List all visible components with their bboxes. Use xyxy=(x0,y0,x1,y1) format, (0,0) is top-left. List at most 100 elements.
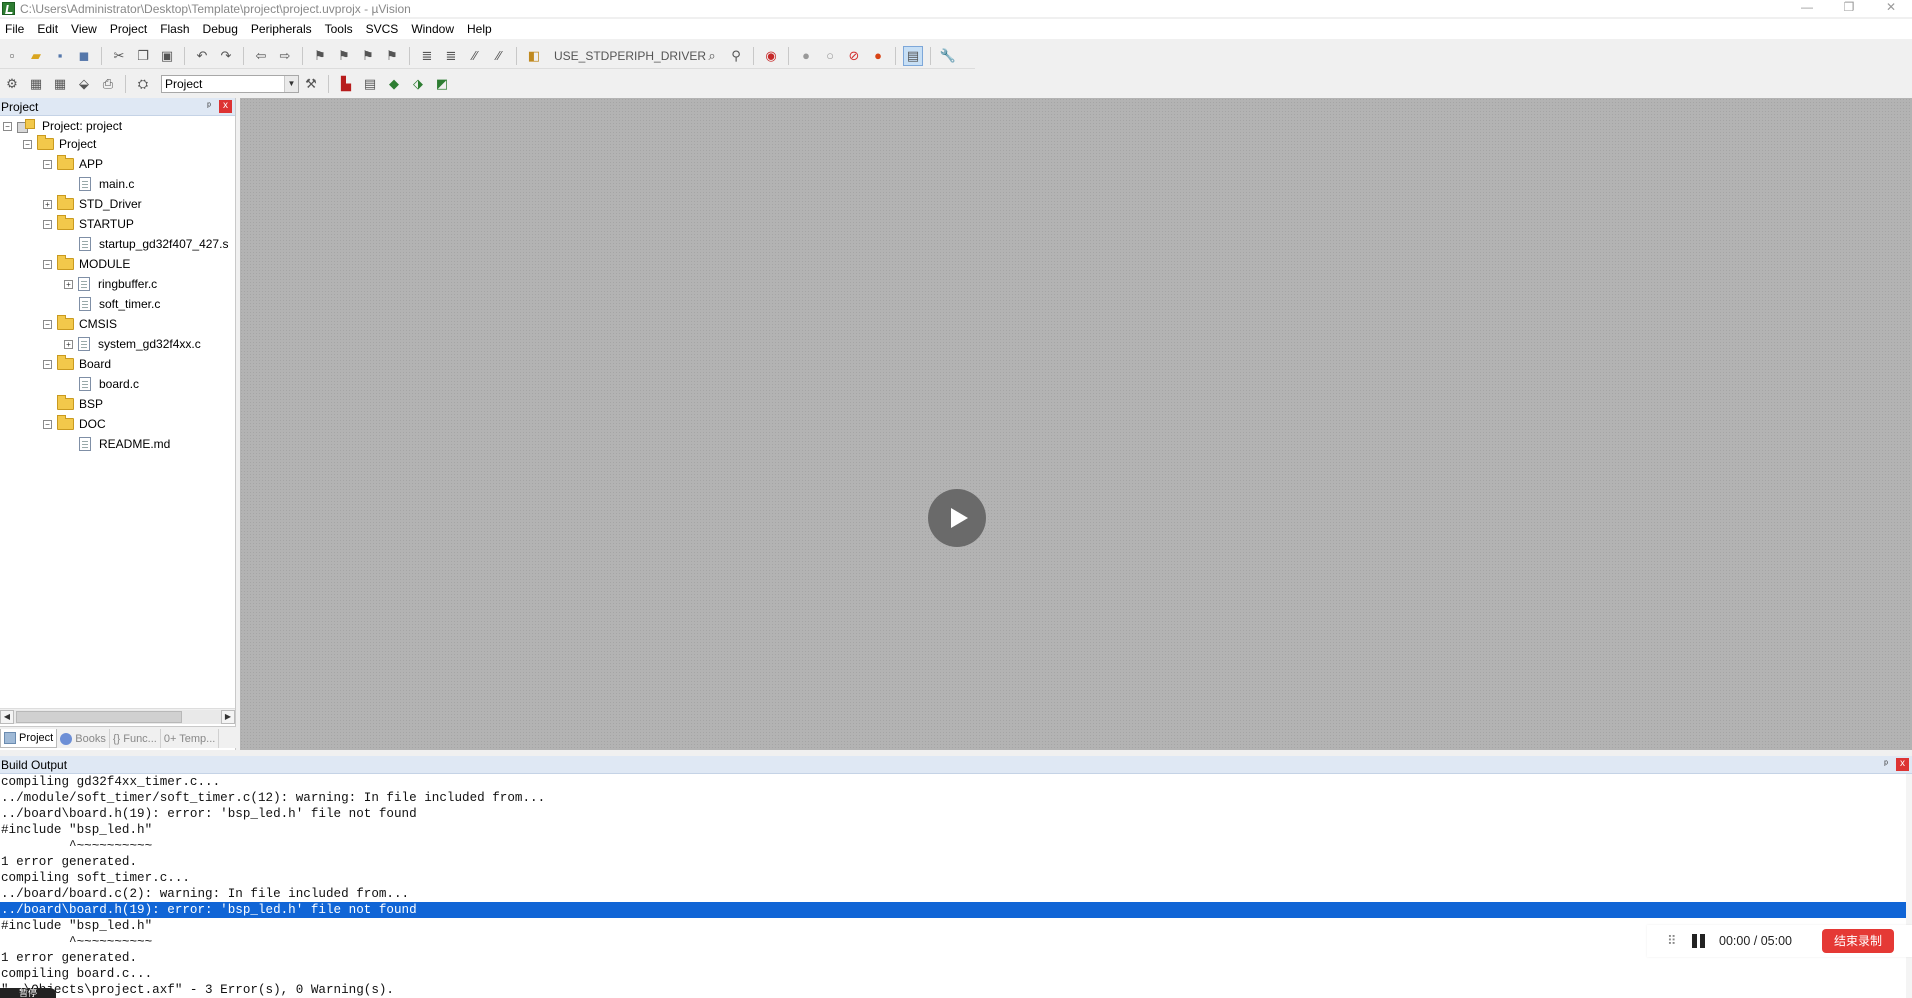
select-packs-icon[interactable]: ▤ xyxy=(360,74,380,94)
expand-icon[interactable]: + xyxy=(64,279,73,289)
menu-tools[interactable]: Tools xyxy=(320,22,361,36)
close-window-button[interactable]: ✕ xyxy=(1870,0,1912,17)
vertical-scrollbar[interactable] xyxy=(1906,774,1912,998)
unindent-icon[interactable]: ≣ xyxy=(441,46,461,66)
play-button[interactable] xyxy=(928,489,986,547)
output-line[interactable]: #include "bsp_led.h" xyxy=(0,918,1912,934)
output-line[interactable]: 1 error generated. xyxy=(0,854,1912,870)
find-icon[interactable]: ⌕ xyxy=(702,46,722,66)
open-file-icon[interactable]: ▰ xyxy=(26,46,46,66)
tree-group-startup[interactable]: − STARTUP xyxy=(43,215,134,233)
scroll-right-icon[interactable]: ▶ xyxy=(221,709,235,724)
tab-project[interactable]: Project xyxy=(0,729,58,748)
tree-group-app[interactable]: − APP xyxy=(43,155,103,173)
tree-file-ringbuffer-c[interactable]: + ringbuffer.c xyxy=(64,275,157,293)
menu-help[interactable]: Help xyxy=(462,22,500,36)
tab-books[interactable]: Books xyxy=(57,729,110,748)
collapse-icon[interactable]: − xyxy=(43,319,52,329)
redo-icon[interactable]: ↷ xyxy=(216,46,236,66)
menu-flash[interactable]: Flash xyxy=(155,22,197,36)
tree-group-cmsis[interactable]: − CMSIS xyxy=(43,315,117,333)
bookmark-prev-icon[interactable]: ⚑ xyxy=(334,46,354,66)
menu-svcs[interactable]: SVCS xyxy=(361,22,407,36)
tab-templates[interactable]: 0+ Temp... xyxy=(161,729,220,748)
target-select[interactable]: Project ▼ xyxy=(161,75,299,93)
restore-button[interactable]: ❐ xyxy=(1828,0,1870,17)
tree-file-startup[interactable]: startup_gd32f407_427.s xyxy=(79,235,228,253)
insert-breakpoint-icon[interactable]: ● xyxy=(796,46,816,66)
copy-icon[interactable]: ❐ xyxy=(133,46,153,66)
undo-icon[interactable]: ↶ xyxy=(192,46,212,66)
output-line[interactable]: "..\Objects\project.axf" - 3 Error(s), 0… xyxy=(0,982,1912,998)
menu-edit[interactable]: Edit xyxy=(32,22,66,36)
tree-root[interactable]: − Project: project xyxy=(3,117,122,135)
bookmark-clear-icon[interactable]: ⚑ xyxy=(382,46,402,66)
menu-view[interactable]: View xyxy=(66,22,105,36)
chevron-down-icon[interactable]: ▼ xyxy=(284,76,298,92)
drag-handle-icon[interactable]: ⠿ xyxy=(1667,933,1687,949)
find-in-files-icon[interactable]: ◧ xyxy=(524,46,544,66)
build-icon[interactable]: ▦ xyxy=(26,74,46,94)
pin-icon[interactable]: ᵖ xyxy=(202,101,216,112)
paste-icon[interactable]: ▣ xyxy=(157,46,177,66)
translate-icon[interactable]: ⚙ xyxy=(2,74,22,94)
save-all-icon[interactable]: ◼ xyxy=(74,46,94,66)
menu-window[interactable]: Window xyxy=(406,22,462,36)
end-recording-button[interactable]: 结束录制 xyxy=(1822,929,1894,953)
tree-file-main-c[interactable]: main.c xyxy=(79,175,134,193)
menu-peripherals[interactable]: Peripherals xyxy=(246,22,320,36)
output-line[interactable]: ^~~~~~~~~~~ xyxy=(0,838,1912,854)
output-line[interactable]: compiling gd32f4xx_timer.c... xyxy=(0,774,1912,790)
save-icon[interactable]: ▪ xyxy=(50,46,70,66)
manage-rte-icon[interactable]: ◆ xyxy=(384,74,404,94)
scroll-thumb[interactable] xyxy=(16,710,182,723)
comment-icon[interactable]: ⁄⁄ xyxy=(465,46,485,66)
manage-project-items-icon[interactable]: ▙ xyxy=(336,74,356,94)
output-line[interactable]: compiling soft_timer.c... xyxy=(0,870,1912,886)
debug-session-icon[interactable]: ◉ xyxy=(761,46,781,66)
download-icon[interactable]: ⎙ xyxy=(98,74,118,94)
new-file-icon[interactable]: ▫ xyxy=(2,46,22,66)
cut-icon[interactable]: ✂ xyxy=(109,46,129,66)
pause-chip[interactable]: 暂停 xyxy=(0,988,56,998)
output-line[interactable]: ../module/soft_timer/soft_timer.c(12): w… xyxy=(0,790,1912,806)
tree-file-soft-timer-c[interactable]: soft_timer.c xyxy=(79,295,160,313)
disable-breakpoints-icon[interactable]: ⊘ xyxy=(844,46,864,66)
bookmark-toggle-icon[interactable]: ⚑ xyxy=(310,46,330,66)
output-line[interactable]: compiling board.c... xyxy=(0,966,1912,982)
pause-icon[interactable] xyxy=(1691,933,1707,949)
pin-icon[interactable]: ᵖ xyxy=(1879,759,1893,770)
menu-debug[interactable]: Debug xyxy=(198,22,246,36)
output-line[interactable]: ^~~~~~~~~~~ xyxy=(0,934,1912,950)
menu-project[interactable]: Project xyxy=(105,22,155,36)
menu-file[interactable]: File xyxy=(0,22,32,36)
expand-icon[interactable]: + xyxy=(64,339,73,349)
window-layout-icon[interactable]: ▤ xyxy=(903,45,923,66)
tree-group-bsp[interactable]: BSP xyxy=(43,395,103,413)
collapse-icon[interactable]: − xyxy=(43,159,52,169)
pack-installer-icon[interactable]: ⬗ xyxy=(408,74,428,94)
tree-group-board[interactable]: − Board xyxy=(43,355,111,373)
tab-functions[interactable]: {} Func... xyxy=(110,729,161,748)
tree-group-std-driver[interactable]: + STD_Driver xyxy=(43,195,142,213)
kill-breakpoints-icon[interactable]: ● xyxy=(868,46,888,66)
collapse-icon[interactable]: − xyxy=(3,121,12,131)
output-line[interactable]: #include "bsp_led.h" xyxy=(0,822,1912,838)
tree-file-system-gd32f4xx-c[interactable]: + system_gd32f4xx.c xyxy=(64,335,201,353)
target-options-icon[interactable]: ⚒ xyxy=(301,74,321,94)
tree-file-readme-md[interactable]: README.md xyxy=(79,435,170,453)
define-combo[interactable]: USE_STDPERIPH_DRIVER xyxy=(550,45,706,66)
incremental-find-icon[interactable]: ⚲ xyxy=(726,46,746,66)
uncomment-icon[interactable]: ⁄⁄ xyxy=(489,46,509,66)
build-output-text[interactable]: compiling gd32f4xx_timer.c... ../module/… xyxy=(0,774,1912,998)
tree-group-doc[interactable]: − DOC xyxy=(43,415,106,433)
batch-build-icon[interactable]: ⬙ xyxy=(74,74,94,94)
output-line[interactable]: ../board/board.c(2): warning: In file in… xyxy=(0,886,1912,902)
scroll-track[interactable] xyxy=(14,709,221,724)
collapse-icon[interactable]: − xyxy=(23,139,32,149)
rebuild-icon[interactable]: ▦ xyxy=(50,74,70,94)
output-line[interactable]: ../board\board.h(19): error: 'bsp_led.h'… xyxy=(0,806,1912,822)
component-icon[interactable]: ◩ xyxy=(432,74,452,94)
close-icon[interactable]: x xyxy=(1896,758,1909,771)
expand-icon[interactable]: + xyxy=(43,199,52,209)
